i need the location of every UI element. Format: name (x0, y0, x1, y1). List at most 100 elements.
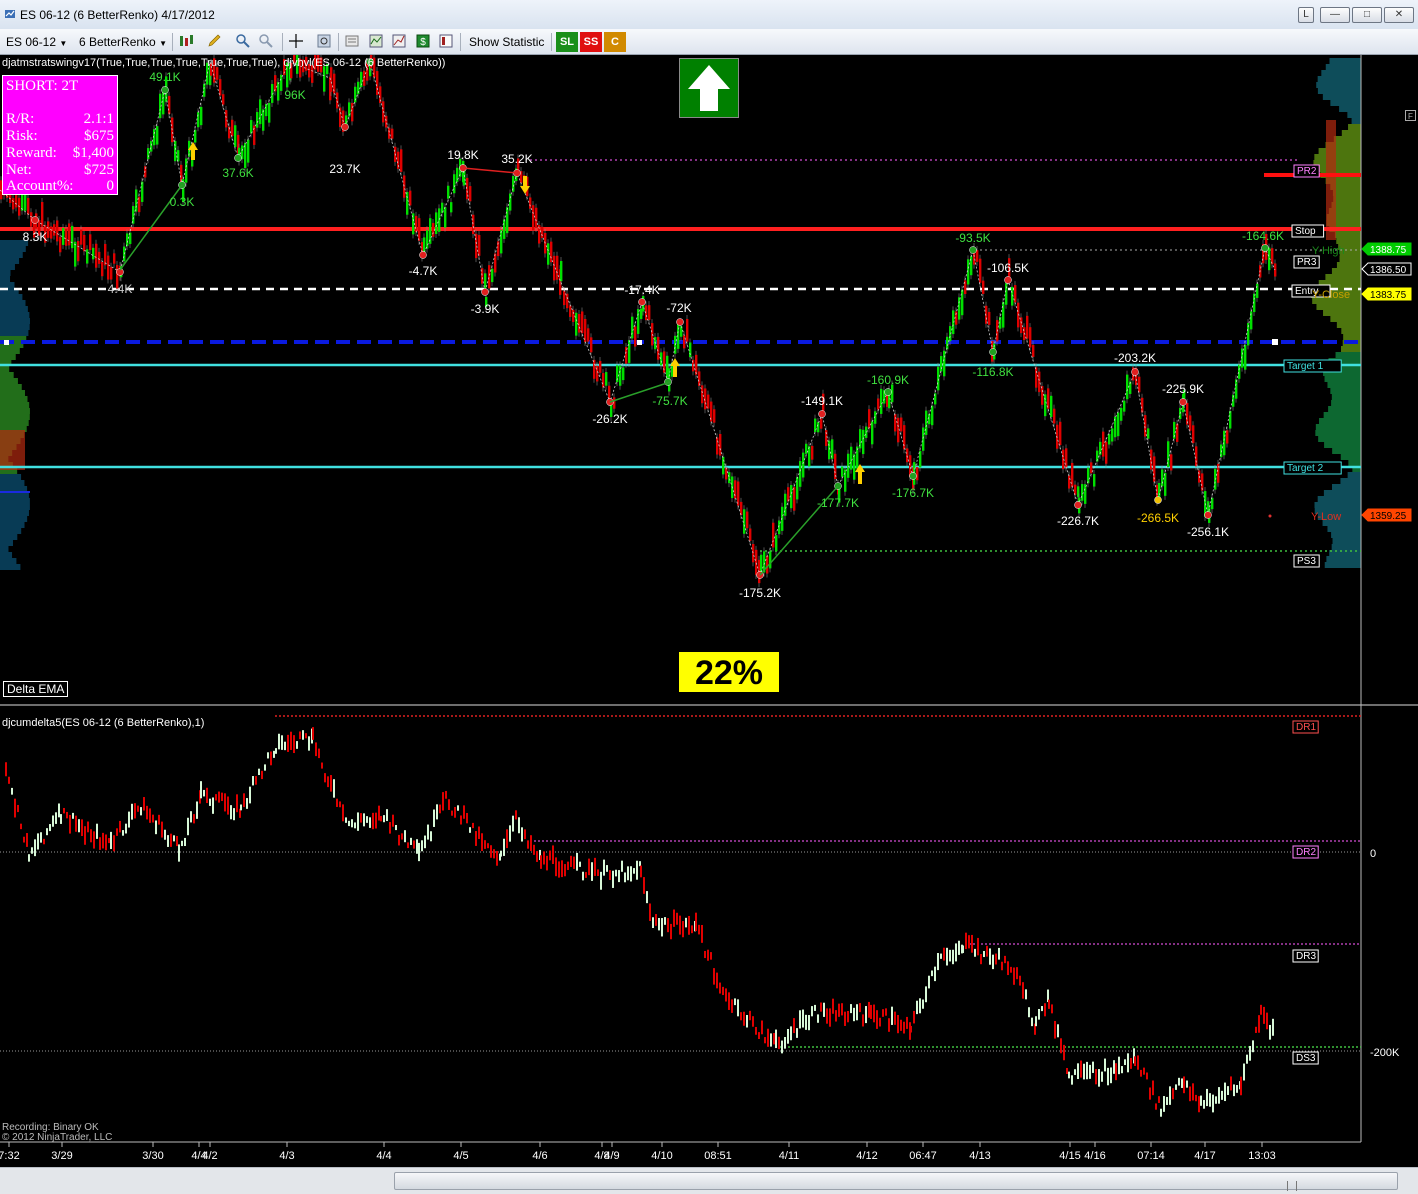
renko-bar (787, 487, 790, 502)
delta-bar (375, 812, 377, 829)
c-button[interactable]: C (604, 32, 626, 52)
delta-bar (805, 1014, 807, 1030)
delta-bar (746, 1014, 748, 1028)
profile-bar (1336, 262, 1361, 268)
delta-bar (416, 839, 418, 854)
bar-type-dropdown[interactable]: 6 BetterRenko ▼ (79, 33, 167, 51)
sl-button[interactable]: SL (556, 32, 578, 52)
delta-bar (971, 934, 973, 953)
delta-bar (862, 1014, 864, 1027)
profile-bar (0, 534, 18, 540)
delta-bar (793, 1018, 795, 1034)
delta-bar (1140, 1069, 1142, 1077)
renko-bar (444, 207, 447, 228)
delta-bar (585, 872, 587, 878)
strategies-icon[interactable] (391, 33, 407, 49)
price-chart[interactable]: 8.3K 4.4K 49.1K 0.3K 37.6K 96K 23.7K 19.8K 35.2K… (0, 55, 1418, 1167)
profile-bar (1331, 484, 1361, 490)
horizontal-scrollbar[interactable] (0, 1167, 1418, 1194)
time-axis-label: 7:32 (0, 1150, 20, 1162)
show-statistic-button[interactable]: Show Statistic (469, 33, 544, 51)
delta-bar (524, 829, 526, 840)
crosshair-icon[interactable] (288, 33, 304, 49)
link-button[interactable]: L (1298, 7, 1314, 23)
indicators-icon[interactable] (368, 33, 384, 49)
delta-bar (540, 855, 542, 869)
delta-bar (633, 868, 635, 874)
delta-bar (1243, 1063, 1245, 1081)
delta-bar (1083, 1063, 1085, 1080)
renko-bar (1120, 407, 1123, 421)
renko-bar (80, 229, 83, 245)
renko-bar (113, 253, 116, 264)
instrument-dropdown[interactable]: ES 06-12 ▼ (6, 33, 67, 51)
renko-bar (1108, 434, 1111, 445)
swing-label: -225.9K (1162, 382, 1204, 396)
delta-bar (823, 1002, 825, 1017)
delta-bar (366, 816, 368, 823)
target2-label: Target 2 (1283, 461, 1342, 475)
delta-bar (968, 935, 970, 949)
profile-bar (0, 564, 21, 570)
dr3-label: DR3 (1292, 949, 1319, 963)
delta-bar (28, 854, 30, 862)
delta-bar (946, 947, 948, 966)
delta-bar (731, 999, 733, 1013)
profile-bar (0, 435, 25, 440)
dollar-icon[interactable]: $ (415, 33, 431, 49)
swing-label: -203.2K (1114, 351, 1156, 365)
delta-bar (719, 982, 721, 994)
swing-label: 19.8K (447, 148, 478, 162)
renko-bar (593, 359, 596, 379)
ss-button[interactable]: SS (580, 32, 602, 52)
renko-bar (900, 417, 903, 432)
delta-bar (8, 776, 10, 784)
delta-bar (1258, 1015, 1260, 1033)
delta-bar (46, 828, 48, 836)
delta-bar (424, 835, 426, 849)
pencil-icon[interactable] (206, 33, 222, 49)
profile-bar (1319, 418, 1361, 424)
data-box-icon[interactable] (438, 33, 454, 49)
profile-bar (1317, 496, 1361, 502)
chart-options-icon[interactable]: F (1405, 110, 1416, 121)
renko-bar (1005, 283, 1008, 305)
minimize-button[interactable]: — (1320, 7, 1350, 23)
close-button[interactable]: ✕ (1384, 7, 1414, 23)
properties-icon[interactable] (344, 33, 360, 49)
toolbar-separator (460, 33, 461, 51)
price-tag: 1386.50 (1361, 262, 1412, 276)
delta-bar (475, 831, 477, 846)
magnifier-icon[interactable] (316, 33, 332, 49)
profile-bar (0, 450, 25, 455)
time-axis-label: 4/13 (969, 1150, 990, 1162)
renko-bar (979, 258, 982, 283)
account-row: Account%: 0 (6, 178, 114, 195)
price-tag: 1388.75 (1361, 242, 1412, 256)
delta-bar (401, 833, 403, 840)
swing-dot (481, 288, 489, 296)
net-value: $725 (84, 162, 114, 178)
renko-bar (799, 461, 802, 487)
delta-bar (209, 798, 211, 806)
delta-bar (52, 815, 54, 827)
delta-bar (128, 811, 130, 828)
swing-dot (884, 388, 892, 396)
scrollbar-thumb[interactable] (394, 1172, 1398, 1191)
profile-bar (0, 252, 23, 258)
renko-bar (868, 409, 871, 429)
renko-bar (1117, 412, 1120, 437)
delta-bar (293, 735, 295, 754)
profile-bar (0, 264, 15, 270)
bar-style-icon[interactable] (178, 33, 194, 49)
delta-bar (1175, 1084, 1177, 1090)
delta-bar (1104, 1058, 1106, 1072)
maximize-button[interactable]: □ (1352, 7, 1382, 23)
delta-bar (270, 751, 272, 766)
delta-bar (158, 814, 160, 825)
zoom-in-icon[interactable] (235, 33, 251, 49)
delta-bar (212, 797, 214, 814)
zoom-out-icon[interactable] (258, 33, 274, 49)
chart-area[interactable]: 8.3K 4.4K 49.1K 0.3K 37.6K 96K 23.7K 19.8K 35.2K… (0, 55, 1418, 1167)
time-axis-label: 4/12 (856, 1150, 877, 1162)
